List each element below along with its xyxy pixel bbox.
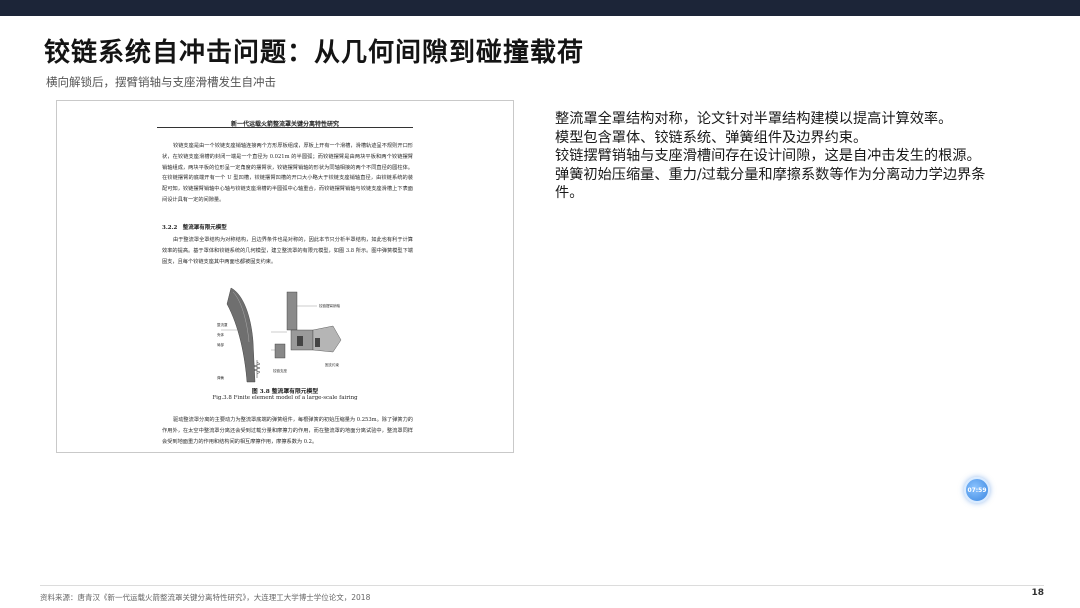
assistant-bubble-button[interactable]: 07:59 xyxy=(964,477,990,503)
slide-title: 铰链系统自冲击问题：从几何间隙到碰撞载荷 xyxy=(44,38,585,68)
top-bar xyxy=(0,0,1080,16)
key-point-4: 弹簧初始压缩量、重力/过载分量和摩擦系数等作为分离动力学边界条件。 xyxy=(555,166,986,202)
figure-caption-en: Fig.3.8 Finite element model of a large-… xyxy=(212,395,358,401)
figure-label-fairing: 整流罩 xyxy=(217,323,228,327)
figure-label-local: 局部 xyxy=(217,343,224,347)
paper-paragraph-3: 驱动整流罩分离的主要动力为整流罩底端的弹簧组件，每根弹簧的初始压缩量为 0.25… xyxy=(162,417,413,445)
paper-paragraph-2: 由于整流罩全罩结构为对称结构，且边界条件也是对称的，因此本节只分析半罩结构，如此… xyxy=(162,237,413,265)
paper-paragraph-1: 铰链支座是由一个铰链支座销轴连接两个方形厚板组成，厚板上开有一个滑槽，滑槽轨迹呈… xyxy=(162,143,413,203)
fairing-fe-model-figure xyxy=(221,287,342,383)
assistant-bubble-label: 07:59 xyxy=(967,486,987,494)
key-point-1: 整流罩全罩结构对称，论文针对半罩结构建模以提高计算效率。 xyxy=(555,111,953,127)
figure-label-shell: 壳体 xyxy=(217,333,224,337)
footer-divider xyxy=(40,585,1044,586)
slide-subtitle: 横向解锁后，摆臂销轴与支座滑槽发生自冲击 xyxy=(46,75,276,89)
paper-header-rule xyxy=(157,127,413,128)
page-number: 18 xyxy=(1031,588,1044,598)
key-point-3: 铰链摆臂销轴与支座滑槽间存在设计间隙，这是自冲击发生的根源。 xyxy=(555,148,981,164)
paper-excerpt-image: 新一代运载火箭整流罩关键分离特性研究 铰链支座是由一个铰链支座销轴连接两个方形厚… xyxy=(56,100,514,453)
key-point-2: 模型包含罩体、铰链系统、弹簧组件及边界约束。 xyxy=(555,129,868,146)
paper-section-heading: 3.2.2 整流罩有限元模型 xyxy=(162,225,227,231)
source-citation: 资料来源：唐青汉《新一代运载火箭整流罩关键分离特性研究》，大连理工大学博士学位论… xyxy=(40,593,371,602)
key-points-list: 整流罩全罩结构对称，论文针对半罩结构建模以提高计算效率。 模型包含罩体、铰链系统… xyxy=(555,110,1005,203)
figure-label-hinge-arm-pin: 铰链摆臂销轴 xyxy=(319,304,340,308)
figure-label-spring: 弹簧 xyxy=(217,376,224,380)
figure-label-fixed-constraint: 固支约束 xyxy=(325,363,339,367)
figure-caption-cn: 图 3.8 整流罩有限元模型 xyxy=(251,389,319,395)
figure-label-hinge-support: 铰链支座 xyxy=(273,369,287,373)
